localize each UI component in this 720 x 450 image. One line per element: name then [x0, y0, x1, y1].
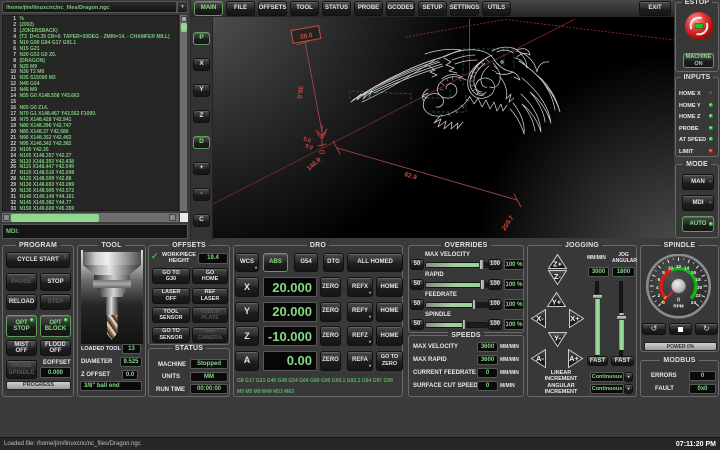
- svg-text:2: 2: [658, 293, 661, 298]
- svg-text:10: 10: [668, 265, 674, 270]
- svg-text:Y+: Y+: [552, 298, 562, 307]
- svg-text:0.0: 0.0: [304, 143, 313, 151]
- svg-text:12: 12: [676, 263, 682, 268]
- svg-text:Z-: Z-: [554, 272, 562, 281]
- svg-text:8: 8: [662, 270, 665, 275]
- svg-text:Y-: Y-: [554, 334, 562, 343]
- svg-text:146.9: 146.9: [306, 156, 323, 172]
- svg-text:38.0: 38.0: [295, 85, 304, 99]
- svg-text:RPM: RPM: [673, 303, 683, 308]
- svg-text:62.9: 62.9: [403, 171, 417, 181]
- svg-text:4: 4: [656, 285, 659, 290]
- svg-text:A-: A-: [536, 354, 544, 363]
- svg-text:22: 22: [696, 293, 702, 298]
- svg-text:16: 16: [691, 270, 697, 275]
- svg-text:24: 24: [691, 299, 697, 304]
- svg-text:18: 18: [696, 276, 702, 281]
- svg-text:14: 14: [684, 265, 690, 270]
- svg-text:209.7: 209.7: [501, 214, 516, 232]
- svg-text:X+: X+: [570, 314, 580, 323]
- svg-text:X-: X-: [536, 314, 544, 323]
- svg-text:6: 6: [658, 276, 661, 281]
- svg-text:A+: A+: [569, 354, 579, 363]
- svg-text:Z+: Z+: [553, 260, 563, 269]
- svg-text:20: 20: [697, 285, 703, 290]
